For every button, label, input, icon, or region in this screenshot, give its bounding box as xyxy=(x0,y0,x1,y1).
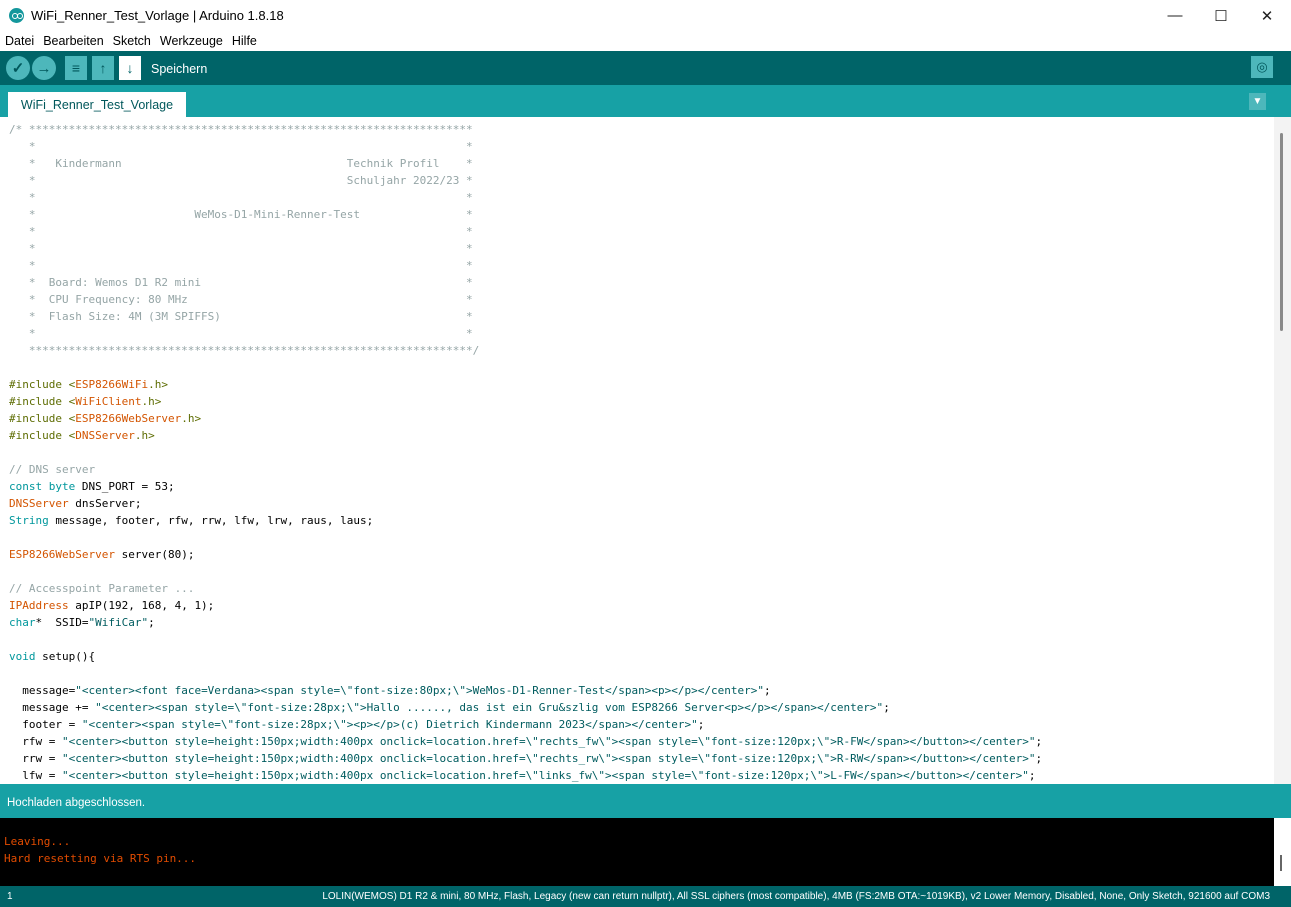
code-line[interactable]: ****************************************… xyxy=(9,342,1274,359)
code-line[interactable]: rfw = "<center><button style=height:150p… xyxy=(9,733,1274,750)
tab-menu-chevron-down-icon[interactable]: ▼ xyxy=(1249,93,1266,110)
menu-werkzeuge[interactable]: Werkzeuge xyxy=(160,34,223,48)
open-sketch-icon[interactable]: ↑ xyxy=(92,56,114,80)
title-bar: WiFi_Renner_Test_Vorlage | Arduino 1.8.1… xyxy=(0,0,1291,32)
code-line[interactable]: rrw = "<center><button style=height:150p… xyxy=(9,750,1274,767)
code-line[interactable]: * Schuljahr 2022/23 * xyxy=(9,172,1274,189)
menu-bar: Datei Bearbeiten Sketch Werkzeuge Hilfe xyxy=(0,31,1291,51)
code-line[interactable]: #include <ESP8266WiFi.h> xyxy=(9,376,1274,393)
code-line[interactable] xyxy=(9,444,1274,461)
code-line[interactable]: // Accesspoint Parameter ... xyxy=(9,580,1274,597)
code-line[interactable]: * * xyxy=(9,325,1274,342)
new-sketch-icon[interactable]: ≡ xyxy=(65,56,87,80)
menu-datei[interactable]: Datei xyxy=(5,34,34,48)
code-line[interactable]: const byte DNS_PORT = 53; xyxy=(9,478,1274,495)
code-line[interactable]: * CPU Frequency: 80 MHz * xyxy=(9,291,1274,308)
console-scrollbar[interactable] xyxy=(1274,818,1291,886)
console-scrollbar-thumb[interactable] xyxy=(1280,855,1282,871)
code-line[interactable]: char* SSID="WifiCar"; xyxy=(9,614,1274,631)
code-line[interactable]: ESP8266WebServer server(80); xyxy=(9,546,1274,563)
code-line[interactable]: message += "<center><span style=\"font-s… xyxy=(9,699,1274,716)
board-info: LOLIN(WEMOS) D1 R2 & mini, 80 MHz, Flash… xyxy=(322,891,1270,902)
toolbar: ✓ → ≡ ↑ ↓ Speichern ◎ xyxy=(0,51,1291,85)
code-line[interactable]: * WeMos-D1-Mini-Renner-Test * xyxy=(9,206,1274,223)
code-line[interactable]: message="<center><font face=Verdana><spa… xyxy=(9,682,1274,699)
code-text[interactable]: /* *************************************… xyxy=(0,117,1274,784)
upload-icon[interactable]: → xyxy=(32,56,56,80)
code-line[interactable]: * * xyxy=(9,138,1274,155)
code-line[interactable]: * Flash Size: 4M (3M SPIFFS) * xyxy=(9,308,1274,325)
code-line[interactable]: * Board: Wemos D1 R2 mini * xyxy=(9,274,1274,291)
status-message: Hochladen abgeschlossen. xyxy=(7,797,146,809)
verify-icon[interactable]: ✓ xyxy=(6,56,30,80)
code-line[interactable]: footer = "<center><span style=\"font-siz… xyxy=(9,716,1274,733)
save-sketch-icon[interactable]: ↓ xyxy=(119,56,141,80)
code-line[interactable]: /* *************************************… xyxy=(9,121,1274,138)
code-editor[interactable]: /* *************************************… xyxy=(0,117,1274,784)
maximize-button[interactable]: ☐ xyxy=(1198,0,1244,31)
code-line[interactable] xyxy=(9,563,1274,580)
code-line[interactable] xyxy=(9,665,1274,682)
tab-sketch[interactable]: WiFi_Renner_Test_Vorlage xyxy=(8,92,186,117)
tab-bar: WiFi_Renner_Test_Vorlage ▼ xyxy=(0,85,1291,117)
code-line[interactable] xyxy=(9,529,1274,546)
code-line[interactable] xyxy=(9,359,1274,376)
arduino-logo-icon xyxy=(9,8,24,23)
console-line: Leaving... xyxy=(4,835,71,848)
console-output: Leaving... Hard resetting via RTS pin... xyxy=(0,818,1274,886)
code-line[interactable] xyxy=(9,631,1274,648)
console-line: Hard resetting via RTS pin... xyxy=(4,852,197,865)
editor-scrollbar-thumb[interactable] xyxy=(1280,133,1283,331)
code-line[interactable]: void setup(){ xyxy=(9,648,1274,665)
code-line[interactable]: String message, footer, rfw, rrw, lfw, l… xyxy=(9,512,1274,529)
code-line[interactable]: #include <DNSServer.h> xyxy=(9,427,1274,444)
menu-sketch[interactable]: Sketch xyxy=(113,34,151,48)
code-line[interactable]: #include <WiFiClient.h> xyxy=(9,393,1274,410)
close-button[interactable]: ✕ xyxy=(1244,0,1290,31)
window-title: WiFi_Renner_Test_Vorlage | Arduino 1.8.1… xyxy=(31,8,284,23)
menu-bearbeiten[interactable]: Bearbeiten xyxy=(43,34,103,48)
toolbar-hover-label: Speichern xyxy=(151,62,208,76)
code-line[interactable]: #include <ESP8266WebServer.h> xyxy=(9,410,1274,427)
code-line[interactable]: * * xyxy=(9,257,1274,274)
minimize-button[interactable]: — xyxy=(1152,0,1198,31)
menu-hilfe[interactable]: Hilfe xyxy=(232,34,257,48)
code-line[interactable]: * * xyxy=(9,240,1274,257)
code-line[interactable]: lfw = "<center><button style=height:150p… xyxy=(9,767,1274,784)
line-number: 1 xyxy=(7,891,13,902)
code-line[interactable]: DNSServer dnsServer; xyxy=(9,495,1274,512)
status-bar: Hochladen abgeschlossen. xyxy=(0,784,1291,818)
code-line[interactable]: // DNS server xyxy=(9,461,1274,478)
code-line[interactable]: * Kindermann Technik Profil * xyxy=(9,155,1274,172)
code-line[interactable]: * * xyxy=(9,189,1274,206)
code-line[interactable]: * * xyxy=(9,223,1274,240)
serial-monitor-icon[interactable]: ◎ xyxy=(1251,56,1273,78)
footer-bar: 1 LOLIN(WEMOS) D1 R2 & mini, 80 MHz, Fla… xyxy=(0,886,1291,907)
code-line[interactable]: IPAddress apIP(192, 168, 4, 1); xyxy=(9,597,1274,614)
